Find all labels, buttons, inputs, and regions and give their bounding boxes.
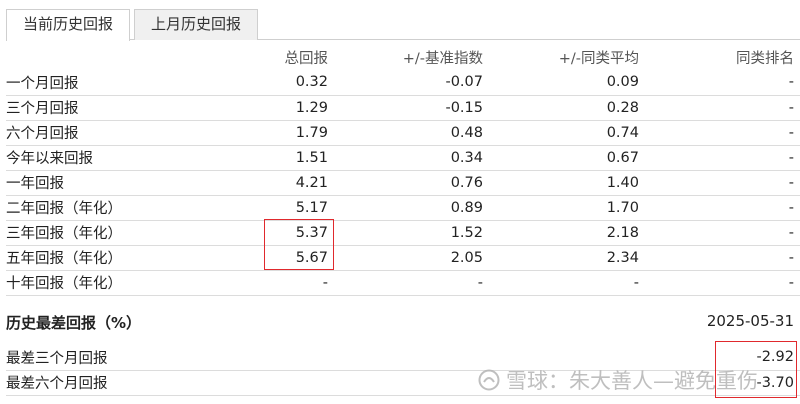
benchmark-diff-cell: 1.52 [334, 220, 489, 246]
xueqiu-logo-icon [478, 369, 500, 391]
category-rank-cell: - [645, 145, 800, 171]
watermark-text: 雪球：朱大善人—避免重伤 [506, 369, 758, 393]
table-row: 二年回报（年化） 5.17 0.89 1.70 - [6, 195, 800, 221]
fund-returns-panel: 当前历史回报 上月历史回报 总回报 +/-基准指数 +/-同类平均 同类排名 一… [0, 0, 800, 404]
category-avg-diff-cell: - [489, 270, 645, 296]
history-worst-date: 2025-05-31 [706, 312, 794, 330]
returns-table: 总回报 +/-基准指数 +/-同类平均 同类排名 一个月回报 0.32 -0.0… [6, 45, 800, 296]
total-return-cell: 1.51 [216, 145, 334, 171]
benchmark-diff-cell: 0.48 [334, 120, 489, 146]
history-worst-title: 历史最差回报（%） [6, 314, 142, 332]
table-row: 三个月回报 1.29 -0.15 0.28 - [6, 95, 800, 121]
row-label: 三年回报（年化） [6, 220, 216, 246]
total-return-cell: 0.32 [216, 70, 334, 96]
category-rank-cell: - [645, 70, 800, 96]
total-return-cell: 1.29 [216, 95, 334, 121]
table-row: 十年回报（年化） - - - - [6, 270, 800, 296]
benchmark-diff-cell: 0.76 [334, 170, 489, 196]
category-rank-cell: - [645, 195, 800, 221]
category-avg-diff-cell: 0.09 [489, 70, 645, 96]
table-row: 五年回报（年化） 5.67 2.05 2.34 - [6, 245, 800, 271]
table-row: 三年回报（年化） 5.37 1.52 2.18 - [6, 220, 800, 246]
table-row: 今年以来回报 1.51 0.34 0.67 - [6, 145, 800, 171]
benchmark-diff-cell: 0.34 [334, 145, 489, 171]
category-rank-cell: - [645, 170, 800, 196]
category-rank-cell: - [645, 245, 800, 271]
total-return-cell: 4.21 [216, 170, 334, 196]
benchmark-diff-cell: -0.07 [334, 70, 489, 96]
benchmark-diff-cell: - [334, 270, 489, 296]
total-return-cell: - [216, 270, 334, 296]
row-label: 二年回报（年化） [6, 195, 216, 221]
header-vs-benchmark: +/-基准指数 [402, 51, 483, 67]
row-label: 六个月回报 [6, 120, 216, 146]
table-row: 一个月回报 0.32 -0.07 0.09 - [6, 70, 800, 96]
tab-current-history[interactable]: 当前历史回报 [6, 9, 130, 41]
benchmark-diff-cell: -0.15 [334, 95, 489, 121]
category-avg-diff-cell: 0.74 [489, 120, 645, 146]
row-label: 今年以来回报 [6, 145, 216, 171]
table-row: 六个月回报 1.79 0.48 0.74 - [6, 120, 800, 146]
tab-last-month-history[interactable]: 上月历史回报 [134, 9, 258, 40]
row-label: 十年回报（年化） [6, 270, 216, 296]
row-label: 五年回报（年化） [6, 245, 216, 271]
total-return-cell: 5.67 [216, 245, 334, 271]
category-avg-diff-cell: 1.40 [489, 170, 645, 196]
watermark: 雪球：朱大善人—避免重伤 [478, 365, 758, 395]
benchmark-diff-cell: 2.05 [334, 245, 489, 271]
header-total-return: 总回报 [284, 51, 329, 67]
table-row: 一年回报 4.21 0.76 1.40 - [6, 170, 800, 196]
returns-header-row: 总回报 +/-基准指数 +/-同类平均 同类排名 [6, 45, 800, 70]
category-avg-diff-cell: 1.70 [489, 195, 645, 221]
header-category-rank: 同类排名 [736, 51, 794, 67]
category-avg-diff-cell: 2.34 [489, 245, 645, 271]
category-avg-diff-cell: 0.28 [489, 95, 645, 121]
row-label: 三个月回报 [6, 95, 216, 121]
row-label: 一个月回报 [6, 70, 216, 96]
category-rank-cell: - [645, 120, 800, 146]
category-rank-cell: - [645, 220, 800, 246]
row-label: 一年回报 [6, 170, 216, 196]
total-return-cell: 5.37 [216, 220, 334, 246]
total-return-cell: 5.17 [216, 195, 334, 221]
history-worst-header: 历史最差回报（%） 2025-05-31 [6, 310, 800, 334]
header-vs-category-avg: +/-同类平均 [558, 51, 639, 67]
benchmark-diff-cell: 0.89 [334, 195, 489, 221]
header-blank [6, 45, 216, 70]
category-avg-diff-cell: 0.67 [489, 145, 645, 171]
returns-tabs: 当前历史回报 上月历史回报 [6, 9, 800, 41]
total-return-cell: 1.79 [216, 120, 334, 146]
category-rank-cell: - [645, 270, 800, 296]
category-avg-diff-cell: 2.18 [489, 220, 645, 246]
category-rank-cell: - [645, 95, 800, 121]
